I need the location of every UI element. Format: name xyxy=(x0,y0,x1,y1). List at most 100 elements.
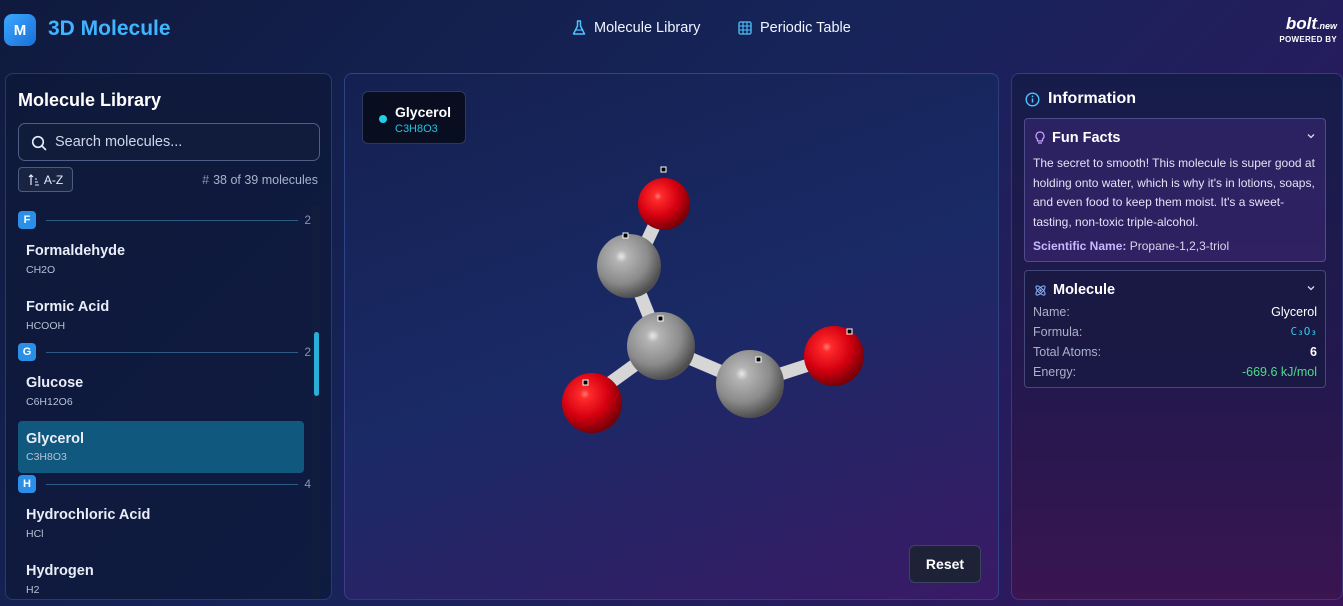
molecule-label-name: Glycerol xyxy=(395,104,452,120)
divider xyxy=(46,220,298,221)
molecule-details-card[interactable]: Molecule Name: Glycerol Formula: C₃O₃ To… xyxy=(1024,270,1326,388)
detail-value: -669.6 kJ/mol xyxy=(1241,365,1317,379)
information-panel: Information Fun Facts The secret to smoo… xyxy=(1011,73,1343,600)
molecule-label-formula: C3H8O3 xyxy=(395,123,438,135)
sort-button[interactable]: A-Z xyxy=(18,167,73,192)
bolt-name: bolt xyxy=(1285,14,1317,33)
information-header: Information xyxy=(1025,90,1136,108)
lightbulb-icon xyxy=(1035,131,1045,144)
list-item-formaldehyde[interactable]: Formaldehyde CH2O xyxy=(18,229,304,281)
information-title: Information xyxy=(1048,90,1136,107)
app-header: M 3D Molecule Molecule Library Periodic … xyxy=(0,0,1343,60)
molecule-details-header[interactable]: Molecule xyxy=(1034,282,1115,298)
flask-icon xyxy=(572,20,586,35)
detail-value: 6 xyxy=(1310,345,1317,359)
molecule-formula: HCl xyxy=(26,528,44,540)
detail-row-atoms: Total Atoms: 6 xyxy=(1033,345,1317,361)
list-item-hydrogen[interactable]: Hydrogen H2 xyxy=(18,549,304,599)
detail-value: Glycerol xyxy=(1271,305,1317,319)
detail-row-energy: Energy: -669.6 kJ/mol xyxy=(1033,365,1317,381)
oxygen-atom xyxy=(638,178,690,230)
letter-count: 4 xyxy=(304,477,311,491)
molecule-formula: H2 xyxy=(26,584,40,596)
molecule-list[interactable]: F 2 Formaldehyde CH2O Formic Acid HCOOH … xyxy=(6,206,331,599)
molecule-formula: C6H12O6 xyxy=(26,396,73,408)
bolt-suffix: .new xyxy=(1316,21,1337,31)
oxygen-atom xyxy=(562,373,622,433)
search-icon xyxy=(31,135,47,151)
nav-periodic-table-label: Periodic Table xyxy=(760,20,851,36)
letter-group-h: H 4 xyxy=(18,475,311,493)
letter-badge: F xyxy=(18,211,36,229)
scientific-name-label: Scientific Name: xyxy=(1033,239,1127,253)
molecule-viewer[interactable]: Glycerol C3H8O3 Reset xyxy=(344,73,999,600)
molecule-label-card: Glycerol C3H8O3 xyxy=(362,91,466,144)
list-item-hydrochloric-acid[interactable]: Hydrochloric Acid HCl xyxy=(18,493,304,545)
nav-molecule-library[interactable]: Molecule Library xyxy=(572,20,700,36)
nav-molecule-library-label: Molecule Library xyxy=(594,20,701,36)
atom-icon xyxy=(1035,284,1046,296)
molecule-formula: HCOOH xyxy=(26,320,66,332)
molecule-name: Glycerol xyxy=(26,431,85,447)
search-input[interactable] xyxy=(55,132,305,152)
list-item-formic-acid[interactable]: Formic Acid HCOOH xyxy=(18,285,304,337)
sort-icon xyxy=(28,173,39,186)
scientific-name-value: Propane-1,2,3-triol xyxy=(1129,239,1230,253)
divider xyxy=(46,352,298,353)
detail-label: Energy: xyxy=(1033,365,1077,379)
atoms xyxy=(562,178,864,433)
letter-group-f: F 2 xyxy=(18,211,311,229)
molecule-count: #38 of 39 molecules xyxy=(202,173,318,187)
fun-facts-header[interactable]: Fun Facts xyxy=(1034,130,1120,146)
app-logo: M xyxy=(4,14,36,46)
status-dot xyxy=(379,115,387,123)
detail-value: C₃O₃ xyxy=(1290,325,1318,338)
carbon-atom xyxy=(716,350,784,418)
chevron-down-icon[interactable] xyxy=(1306,132,1316,140)
bolt-tagline: POWERED BY xyxy=(1279,35,1337,44)
detail-label: Name: xyxy=(1033,305,1070,319)
list-scrollbar-thumb[interactable] xyxy=(314,332,319,396)
hash-icon: # xyxy=(202,173,210,187)
letter-count: 2 xyxy=(304,345,311,359)
list-item-glycerol[interactable]: Glycerol C3H8O3 xyxy=(18,421,304,473)
molecule-formula: C3H8O3 xyxy=(26,451,67,463)
molecule-library-panel: Molecule Library A-Z #38 of 39 molecules… xyxy=(5,73,332,600)
molecule-3d-scene[interactable] xyxy=(345,74,999,600)
molecule-formula: CH2O xyxy=(26,264,56,276)
list-item-glucose[interactable]: Glucose C6H12O6 xyxy=(18,361,304,413)
fun-facts-title: Fun Facts xyxy=(1052,130,1121,146)
info-icon xyxy=(1025,91,1040,107)
chevron-down-icon[interactable] xyxy=(1306,284,1316,292)
detail-row-name: Name: Glycerol xyxy=(1033,305,1317,321)
letter-count: 2 xyxy=(304,213,311,227)
nav-periodic-table[interactable]: Periodic Table xyxy=(738,20,851,36)
letter-badge: H xyxy=(18,475,36,493)
letter-group-g: G 2 xyxy=(18,343,311,361)
molecule-name: Hydrochloric Acid xyxy=(26,507,151,523)
molecule-name: Glucose xyxy=(26,375,84,391)
list-scrollbar-track[interactable] xyxy=(312,206,320,599)
fun-facts-card[interactable]: Fun Facts The secret to smooth! This mol… xyxy=(1024,118,1326,262)
sort-label: A-Z xyxy=(43,172,64,187)
molecule-name: Formic Acid xyxy=(26,299,110,315)
letter-badge: G xyxy=(18,343,36,361)
search-box[interactable] xyxy=(18,123,320,161)
detail-label: Formula: xyxy=(1033,325,1083,339)
carbon-atom xyxy=(597,234,661,298)
detail-row-formula: Formula: C₃O₃ xyxy=(1033,325,1317,341)
detail-label: Total Atoms: xyxy=(1033,345,1102,359)
molecule-name: Formaldehyde xyxy=(26,243,126,259)
grid-icon xyxy=(738,21,752,35)
carbon-atom xyxy=(627,312,695,380)
divider xyxy=(46,484,298,485)
bolt-badge[interactable]: bolt.new POWERED BY xyxy=(1279,15,1337,44)
molecule-name: Hydrogen xyxy=(26,563,94,579)
library-title: Molecule Library xyxy=(18,90,162,110)
molecule-details-title: Molecule xyxy=(1053,282,1116,298)
reset-button[interactable]: Reset xyxy=(909,545,981,583)
app-title: 3D Molecule xyxy=(48,17,171,40)
scientific-name-row: Scientific Name: Propane-1,2,3-triol xyxy=(1033,239,1229,253)
molecule-count-text: 38 of 39 molecules xyxy=(213,173,318,187)
oxygen-atom xyxy=(804,326,864,386)
